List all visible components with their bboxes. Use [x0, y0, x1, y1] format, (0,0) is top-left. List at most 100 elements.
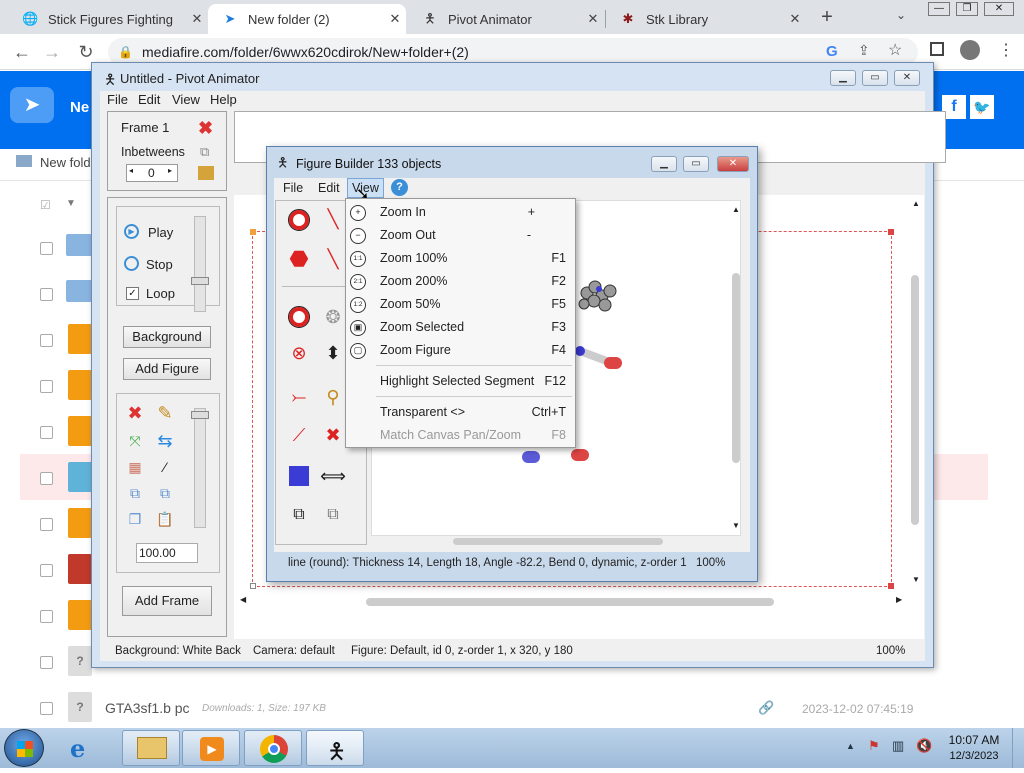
scrollbar-thumb[interactable]	[732, 273, 740, 463]
bring-front-icon[interactable]: ⧉	[286, 502, 312, 528]
close-tab-icon[interactable]: ✕	[384, 11, 406, 27]
scale-input[interactable]: 100.00	[136, 543, 198, 563]
scroll-up-icon[interactable]: ▲	[912, 199, 920, 208]
add-bend-segment-icon[interactable]: ╲	[320, 246, 346, 272]
menu-item-zoom-in[interactable]: + Zoom In +	[346, 201, 575, 224]
maximize-button[interactable]: ▭	[683, 156, 709, 172]
show-hidden-icons[interactable]: ▲	[846, 741, 855, 751]
stop-button[interactable]: Stop	[146, 257, 173, 272]
magnify-segment-icon[interactable]: ⚲	[320, 384, 346, 410]
menu-view[interactable]: View	[172, 92, 200, 107]
row-checkbox[interactable]	[40, 656, 53, 669]
close-button[interactable]: ✕	[717, 156, 749, 172]
slider-thumb[interactable]	[191, 277, 209, 285]
reload-icon[interactable]: ↻	[74, 40, 98, 64]
taskbar-pivot[interactable]: 🯅	[306, 730, 364, 766]
menu-edit[interactable]: Edit	[138, 92, 160, 107]
flip-figure-icon[interactable]: ⤧	[122, 428, 148, 454]
menu-item-zoom-selected[interactable]: ▣ Zoom Selected F3	[346, 316, 575, 339]
taskbar-explorer[interactable]	[122, 730, 180, 766]
edit-figure-icon[interactable]: ✎	[152, 400, 178, 426]
row-checkbox[interactable]	[40, 380, 53, 393]
menu-item-transparent[interactable]: Transparent <> Ctrl+T	[346, 401, 575, 424]
tab-new-folder[interactable]: ➤ New folder (2) ✕	[208, 4, 406, 34]
row-checkbox[interactable]	[40, 702, 53, 715]
add-figure-button[interactable]: Add Figure	[123, 358, 211, 380]
action-center-icon[interactable]: ⚑	[868, 738, 880, 754]
row-checkbox[interactable]	[40, 426, 53, 439]
row-checkbox[interactable]	[40, 472, 53, 485]
menu-item-zoom-200[interactable]: 2:1 Zoom 200% F2	[346, 270, 575, 293]
stage-handle[interactable]	[888, 583, 894, 589]
close-tab-icon[interactable]: ✕	[784, 11, 806, 27]
horizontal-scrollbar[interactable]	[371, 536, 741, 546]
menu-file[interactable]: File	[283, 181, 303, 195]
maximize-button[interactable]: ▭	[862, 70, 888, 86]
add-circle-segment-icon[interactable]	[286, 207, 312, 233]
scissor-segment-icon[interactable]: ⤚	[286, 384, 312, 410]
forward-icon[interactable]: →	[40, 40, 64, 64]
close-tab-icon[interactable]: ✕	[582, 11, 604, 27]
file-name[interactable]: GTA3sf1.b pc	[105, 700, 190, 716]
add-polygon-segment-icon[interactable]: ⬣	[286, 246, 312, 272]
row-checkbox[interactable]	[40, 334, 53, 347]
multi-circle-icon[interactable]: ❂	[320, 304, 346, 330]
network-icon[interactable]: ▥	[892, 738, 904, 754]
row-checkbox[interactable]	[40, 518, 53, 531]
new-tab-button[interactable]: +	[816, 6, 838, 29]
scroll-up-icon[interactable]: ▲	[732, 205, 740, 214]
stop-icon[interactable]	[124, 256, 139, 271]
inbetweens-stepper[interactable]: ◂ 0 ▸	[126, 164, 178, 182]
maximize-button[interactable]: ❐	[956, 2, 978, 16]
vertical-scrollbar[interactable]: ▲ ▼	[730, 203, 742, 533]
speed-slider[interactable]	[191, 216, 209, 312]
clock-date[interactable]: 12/3/2023	[944, 750, 1004, 762]
taskbar-chrome[interactable]	[244, 730, 302, 766]
chevron-down-icon[interactable]: ⌄	[896, 8, 906, 22]
menu-item-highlight-segment[interactable]: Highlight Selected Segment F12	[346, 370, 575, 393]
volume-icon[interactable]: 🔇	[916, 738, 932, 754]
help-icon[interactable]: ?	[391, 179, 408, 196]
color-figure-icon[interactable]: ▦	[122, 454, 148, 480]
star-icon[interactable]: ☆	[888, 40, 902, 60]
row-checkbox[interactable]	[40, 242, 53, 255]
scrollbar-thumb[interactable]	[366, 598, 774, 606]
sort-dropdown-icon[interactable]: ▼	[66, 198, 76, 209]
twitter-icon[interactable]: 🐦	[970, 95, 994, 119]
play-button[interactable]: Play	[148, 225, 173, 240]
circle-style-icon[interactable]	[286, 304, 312, 330]
scrollbar-thumb[interactable]	[911, 275, 919, 525]
play-icon[interactable]: ▶	[124, 224, 139, 239]
horizontal-scrollbar[interactable]: ◀ ▶	[240, 595, 906, 609]
delete-frame-icon[interactable]: ✖	[198, 118, 213, 139]
start-button[interactable]	[4, 729, 44, 767]
scroll-down-icon[interactable]: ▼	[912, 575, 920, 584]
show-desktop-button[interactable]	[1012, 728, 1024, 768]
select-all-checkbox[interactable]: ☑	[40, 198, 51, 212]
scale-slider[interactable]	[191, 408, 209, 528]
taskbar-media-player[interactable]: ▶	[182, 730, 240, 766]
scroll-right-icon[interactable]: ▶	[896, 595, 902, 604]
menu-edit[interactable]: Edit	[318, 181, 340, 195]
row-checkbox[interactable]	[40, 610, 53, 623]
duplicate-figure-icon[interactable]: ⧉	[122, 480, 148, 506]
clock-time[interactable]: 10:07 AM	[944, 733, 1004, 747]
join-segment-icon[interactable]: ⟋	[286, 422, 312, 448]
paste-figure-icon[interactable]: 📋	[152, 506, 178, 532]
send-back-icon[interactable]: ⧉	[320, 502, 346, 528]
scroll-left-icon[interactable]: ◀	[240, 595, 246, 604]
copy-figure-icon[interactable]: ❐	[122, 506, 148, 532]
back-icon[interactable]: ←	[10, 40, 34, 64]
paste-icon[interactable]	[198, 166, 214, 180]
close-window-button[interactable]: ✕	[984, 2, 1014, 16]
add-frame-button[interactable]: Add Frame	[122, 586, 212, 616]
stage-handle[interactable]	[250, 583, 256, 589]
minimize-button[interactable]: ▁	[651, 156, 677, 172]
tab-stick-figures[interactable]: 🌐 Stick Figures Fighting ✕	[8, 4, 208, 34]
eyedropper-icon[interactable]: ⁄	[152, 454, 178, 480]
scrollbar-thumb[interactable]	[453, 538, 663, 545]
layer-figure-icon[interactable]: ⧉	[152, 480, 178, 506]
move-order-icon[interactable]: ⬍	[320, 340, 346, 366]
remove-segment-icon[interactable]: ✖	[320, 422, 346, 448]
add-line-segment-icon[interactable]: ╲	[320, 206, 346, 232]
